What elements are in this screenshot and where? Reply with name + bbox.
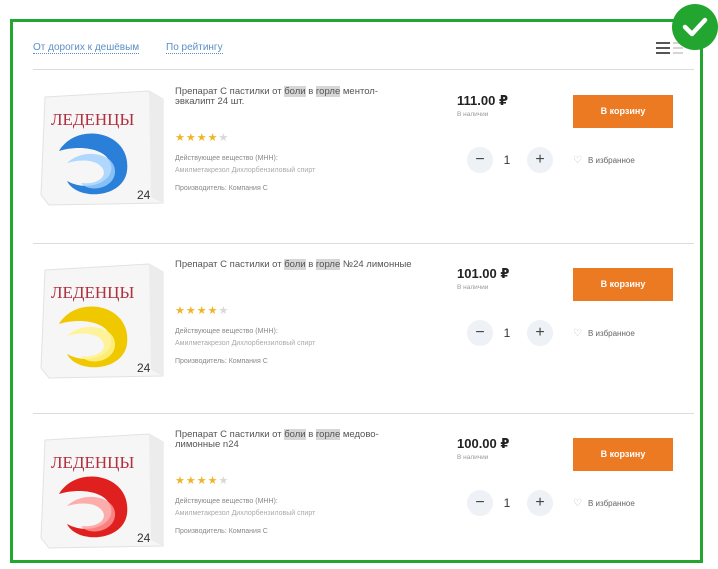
heart-icon: ♡ xyxy=(573,155,582,166)
add-to-favorites[interactable]: ♡ В избранное xyxy=(573,498,635,509)
ingredient-value: Амилметакрезол Дихлорбензиловый спирт xyxy=(175,510,316,517)
product-card-3: ЛЕДЕНЦЫ 24 Препарат С пастилки от боли в… xyxy=(33,414,694,562)
stock-status: В наличии xyxy=(457,111,489,118)
heart-icon: ♡ xyxy=(573,328,582,339)
product-title[interactable]: Препарат С пастилки от боли в горле медо… xyxy=(175,429,415,450)
price: 111.00 ₽ xyxy=(457,93,508,108)
stock-status: В наличии xyxy=(457,284,489,291)
price: 101.00 ₽ xyxy=(457,266,510,281)
check-icon xyxy=(672,4,718,50)
brand-text: ЛЕДЕНЦЫ xyxy=(51,110,134,129)
heart-icon: ♡ xyxy=(573,498,582,509)
qty-minus-button[interactable]: − xyxy=(467,320,493,346)
manufacturer: Производитель: Компания С xyxy=(175,358,268,365)
manufacturer: Производитель: Компания С xyxy=(175,528,268,535)
product-card-2: ЛЕДЕНЦЫ 24 Препарат С пастилки от боли в… xyxy=(33,244,694,416)
add-to-favorites[interactable]: ♡ В избранное xyxy=(573,155,635,166)
qty-plus-button[interactable]: + xyxy=(527,490,553,516)
sort-rating-link[interactable]: По рейтингу xyxy=(166,42,223,54)
add-to-cart-button[interactable]: В корзину xyxy=(573,95,673,128)
add-to-cart-button[interactable]: В корзину xyxy=(573,438,673,471)
rating-stars: ★★★★★ xyxy=(175,132,230,144)
add-to-cart-button[interactable]: В корзину xyxy=(573,268,673,301)
brand-text: ЛЕДЕНЦЫ xyxy=(51,453,134,472)
rating-stars: ★★★★★ xyxy=(175,475,230,487)
qty-minus-button[interactable]: − xyxy=(467,490,493,516)
qty-minus-button[interactable]: − xyxy=(467,147,493,173)
product-title[interactable]: Препарат С пастилки от боли в горле №24 … xyxy=(175,259,415,270)
qty-plus-button[interactable]: + xyxy=(527,147,553,173)
qty-value[interactable]: 1 xyxy=(499,496,515,510)
ingredient-value: Амилметакрезол Дихлорбензиловый спирт xyxy=(175,167,316,174)
price: 100.00 ₽ xyxy=(457,436,510,451)
product-image[interactable]: ЛЕДЕНЦЫ 24 xyxy=(37,424,173,550)
sort-bar: От дорогих к дешёвым По рейтингу xyxy=(33,22,694,70)
svg-text:24: 24 xyxy=(137,361,151,375)
checkmark-glyph xyxy=(682,17,708,37)
manufacturer: Производитель: Компания С xyxy=(175,185,268,192)
product-image[interactable]: ЛЕДЕНЦЫ 24 xyxy=(37,81,173,207)
qty-value[interactable]: 1 xyxy=(499,326,515,340)
brand-text: ЛЕДЕНЦЫ xyxy=(51,283,134,302)
add-to-favorites[interactable]: ♡ В избранное xyxy=(573,328,635,339)
stock-status: В наличии xyxy=(457,454,489,461)
product-image[interactable]: ЛЕДЕНЦЫ 24 xyxy=(37,254,173,380)
svg-text:24: 24 xyxy=(137,188,151,202)
rating-stars: ★★★★★ xyxy=(175,305,230,317)
product-title[interactable]: Препарат С пастилки от боли в горле мент… xyxy=(175,86,415,107)
sort-price-desc-link[interactable]: От дорогих к дешёвым xyxy=(33,42,140,54)
list-view-menu-icon[interactable] xyxy=(656,42,670,54)
ingredient-label: Действующее вещество (МНН): xyxy=(175,155,278,162)
svg-text:24: 24 xyxy=(137,531,151,545)
product-list-frame: От дорогих к дешёвым По рейтингу ЛЕДЕНЦЫ… xyxy=(10,19,703,563)
ingredient-label: Действующее вещество (МНН): xyxy=(175,328,278,335)
ingredient-value: Амилметакрезол Дихлорбензиловый спирт xyxy=(175,340,316,347)
product-card-1: ЛЕДЕНЦЫ 24 Препарат С пастилки от боли в… xyxy=(33,71,694,243)
qty-value[interactable]: 1 xyxy=(499,153,515,167)
qty-plus-button[interactable]: + xyxy=(527,320,553,346)
ingredient-label: Действующее вещество (МНН): xyxy=(175,498,278,505)
